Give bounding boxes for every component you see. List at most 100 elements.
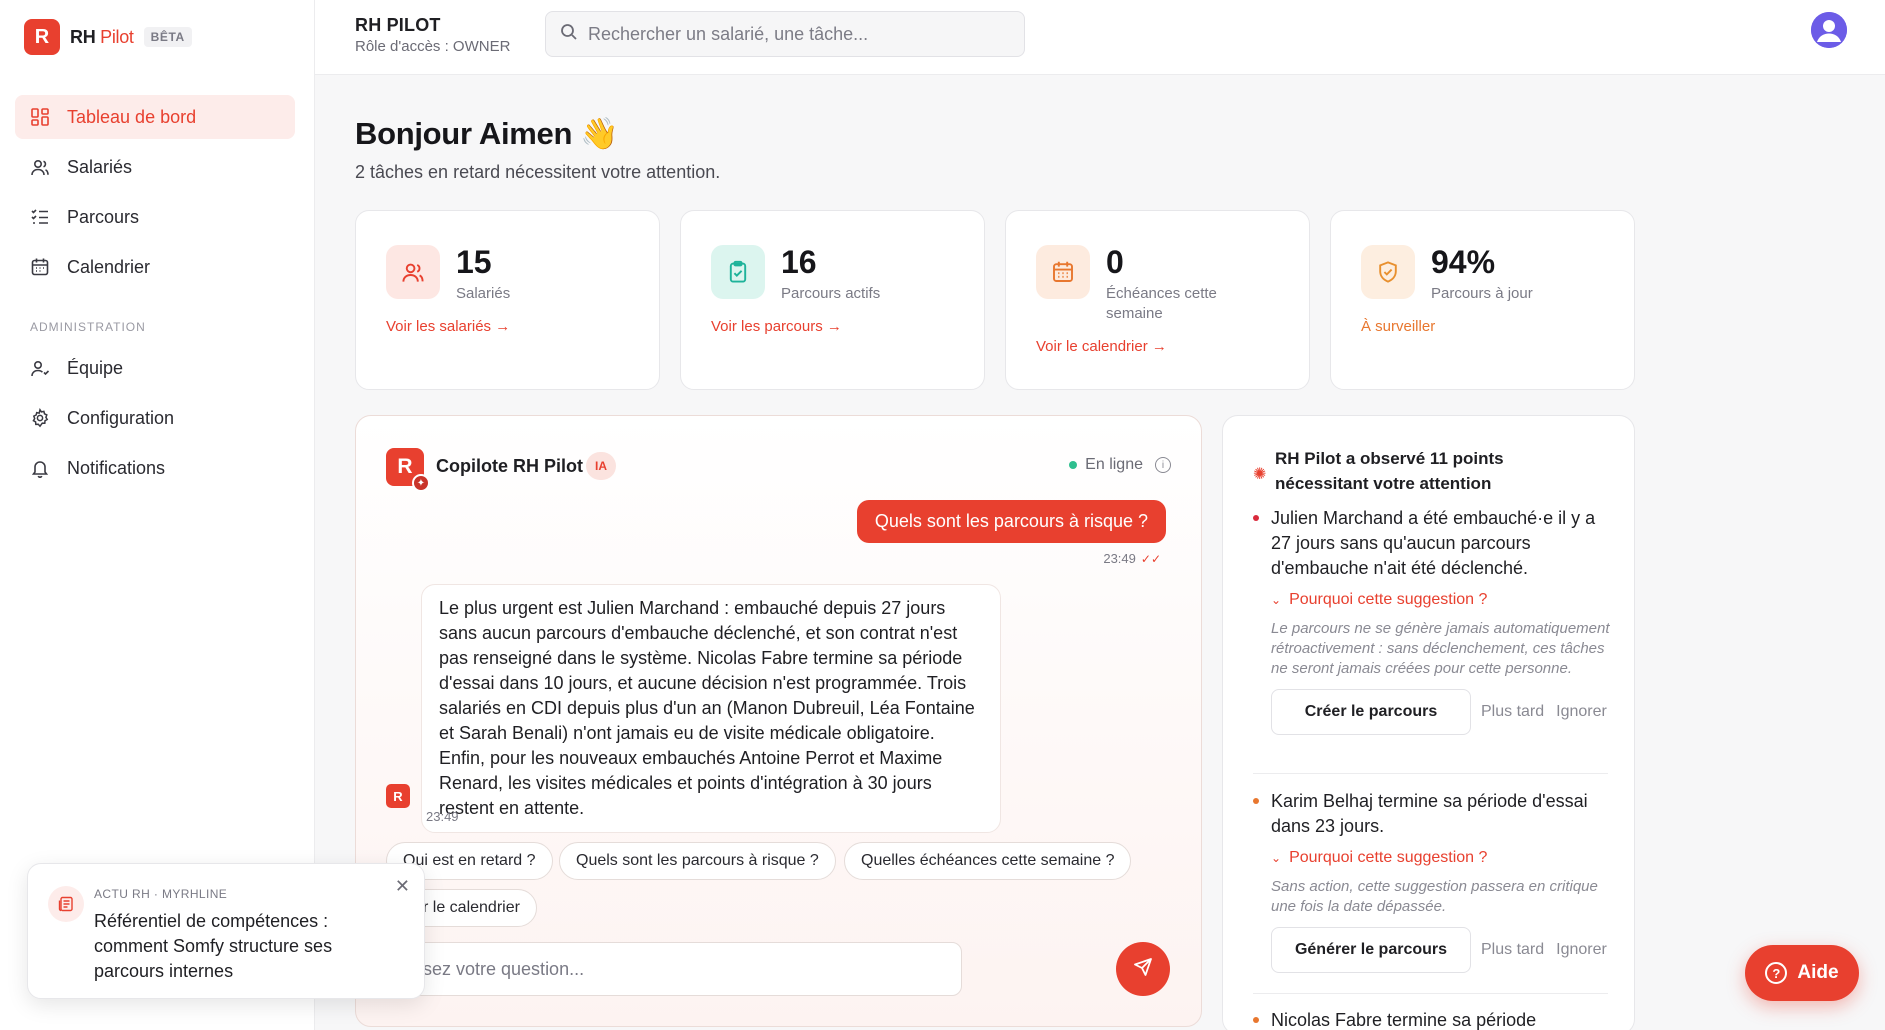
main-nav: Tableau de bord Salariés Parcours Calend…	[15, 95, 295, 295]
why-suggestion-toggle[interactable]: ⌄ Pourquoi cette suggestion ?	[1271, 591, 1613, 609]
help-icon: ?	[1765, 962, 1788, 984]
sparkle-icon: ✦	[412, 474, 430, 492]
stat-card-deadlines: 0 Échéances cette semaine Voir le calend…	[1005, 210, 1310, 390]
suggestion-chip[interactable]: Quels sont les parcours à risque ?	[559, 842, 836, 880]
toast-source: ACTU RH · MYRHLINE	[94, 887, 228, 901]
double-check-icon: ✓✓	[1140, 551, 1161, 566]
suggestion-note: Le parcours ne se génère jamais automati…	[1271, 620, 1610, 677]
search-box[interactable]	[545, 11, 1025, 57]
priority-dot	[1253, 798, 1259, 804]
ignore-button[interactable]: Ignorer	[1556, 941, 1607, 959]
stat-label: Parcours à jour	[1431, 285, 1533, 302]
search-icon	[560, 23, 578, 46]
brand-name-rh: RH	[70, 26, 96, 47]
watch-status: À surveiller	[1361, 318, 1436, 335]
chevron-down-icon: ⌄	[1271, 593, 1282, 607]
sidebar-item-dashboard[interactable]: Tableau de bord	[15, 95, 295, 139]
checklist-icon	[29, 206, 51, 228]
brand-name-pilot: Pilot	[100, 26, 134, 47]
stat-value: 15	[456, 244, 492, 280]
users-icon	[386, 245, 440, 299]
create-parcours-button[interactable]: Créer le parcours	[1271, 689, 1471, 735]
stat-value: 94%	[1431, 244, 1496, 280]
stat-card-employees: 15 Salariés Voir les salariés →	[355, 210, 660, 390]
online-dot	[1069, 461, 1078, 469]
stat-label: Parcours actifs	[781, 285, 881, 302]
toast-title[interactable]: Référentiel de compétences : comment Som…	[94, 909, 384, 984]
why-label: Pourquoi cette suggestion ?	[1289, 849, 1488, 866]
calendar-icon	[29, 256, 51, 278]
question-input[interactable]	[423, 958, 943, 980]
user-message: Quels sont les parcours à risque ?	[856, 500, 1166, 543]
stat-card-uptodate: 94% Parcours à jour À surveiller	[1330, 210, 1635, 390]
view-employees-link[interactable]: Voir les salariés →	[386, 318, 510, 335]
users-icon	[29, 156, 51, 178]
stat-label: Salariés	[456, 285, 511, 302]
help-button[interactable]: ? Aide	[1745, 945, 1859, 1001]
sidebar-item-label: Tableau de bord	[67, 106, 197, 127]
bot-message-time: 23:49	[426, 809, 459, 824]
bot-avatar: R	[386, 784, 410, 808]
bot-message: Le plus urgent est Julien Marchand : emb…	[421, 584, 1001, 833]
gear-icon	[29, 407, 51, 429]
sidebar-item-label: Parcours	[67, 206, 140, 227]
send-icon	[1133, 957, 1153, 982]
admin-nav: Équipe Configuration Notifications	[15, 346, 295, 496]
access-role: Rôle d'accès : OWNER	[355, 38, 511, 55]
suggestion-note: Sans action, cette suggestion passera en…	[1271, 878, 1598, 915]
close-icon[interactable]: ✕	[395, 876, 410, 897]
calendar-icon	[1036, 245, 1090, 299]
brand[interactable]: R RH Pilot BÊTA	[24, 19, 192, 55]
time-label: 23:49	[1103, 551, 1136, 566]
sidebar-item-team[interactable]: Équipe	[15, 346, 295, 390]
sidebar-item-employees[interactable]: Salariés	[15, 145, 295, 189]
suggestions-header: RH Pilot a observé 11 points nécessitant…	[1275, 449, 1504, 493]
sidebar-item-calendar[interactable]: Calendrier	[15, 245, 295, 289]
suggestion-text: Karim Belhaj termine sa période d'essai …	[1271, 791, 1588, 836]
why-suggestion-toggle[interactable]: ⌄ Pourquoi cette suggestion ?	[1271, 849, 1613, 867]
question-box[interactable]	[406, 942, 962, 996]
search-input[interactable]	[588, 23, 1008, 45]
suggestion-item: Nicolas Fabre termine sa période	[1253, 1008, 1613, 1030]
suggestion-actions: Créer le parcours Plus tard Ignorer	[1271, 689, 1613, 735]
dashboard-icon	[29, 106, 51, 128]
page-subtitle: 2 tâches en retard nécessitent votre att…	[355, 162, 721, 182]
why-label: Pourquoi cette suggestion ?	[1289, 591, 1488, 608]
sidebar-item-label: Salariés	[67, 156, 133, 177]
view-parcours-link[interactable]: Voir les parcours →	[711, 318, 842, 335]
sidebar-item-label: Équipe	[67, 357, 124, 378]
sidebar-item-parcours[interactable]: Parcours	[15, 195, 295, 239]
sparkle-icon: ✺	[1253, 466, 1267, 483]
generate-parcours-button[interactable]: Générer le parcours	[1271, 927, 1471, 973]
later-button[interactable]: Plus tard	[1481, 703, 1544, 721]
team-icon	[29, 357, 51, 379]
sidebar-item-label: Configuration	[67, 407, 175, 428]
ignore-button[interactable]: Ignorer	[1556, 703, 1607, 721]
suggestion-text: Nicolas Fabre termine sa période	[1271, 1010, 1537, 1030]
copilot-panel: R ✦ Copilote RH Pilot IA En ligne i Quel…	[355, 415, 1202, 1027]
view-calendar-link[interactable]: Voir le calendrier →	[1036, 338, 1167, 355]
copilot-title: Copilote RH Pilot	[436, 456, 583, 476]
sidebar-item-notifications[interactable]: Notifications	[15, 446, 295, 490]
priority-dot	[1253, 1017, 1259, 1023]
clipboard-check-icon	[711, 245, 765, 299]
stat-value: 16	[781, 244, 817, 280]
beta-badge: BÊTA	[143, 27, 192, 47]
sidebar-item-label: Calendrier	[67, 256, 151, 277]
suggestion-actions: Générer le parcours Plus tard Ignorer	[1271, 927, 1613, 973]
shield-check-icon	[1361, 245, 1415, 299]
stat-card-parcours: 16 Parcours actifs Voir les parcours →	[680, 210, 985, 390]
sidebar-item-label: Notifications	[67, 457, 166, 478]
user-message-time: 23:49 ✓✓	[1103, 551, 1161, 566]
nav-section-administration: ADMINISTRATION	[30, 320, 146, 334]
stat-label: Échéances cette semaine	[1106, 285, 1217, 322]
avatar[interactable]	[1811, 12, 1847, 48]
later-button[interactable]: Plus tard	[1481, 941, 1544, 959]
online-label: En ligne	[1085, 456, 1143, 473]
news-toast[interactable]: ACTU RH · MYRHLINE Référentiel de compét…	[27, 863, 425, 999]
suggestion-item: Karim Belhaj termine sa période d'essai …	[1253, 789, 1613, 973]
sidebar-item-configuration[interactable]: Configuration	[15, 396, 295, 440]
send-button[interactable]	[1116, 942, 1170, 996]
info-icon[interactable]: i	[1155, 457, 1171, 473]
suggestion-chip[interactable]: Quelles échéances cette semaine ?	[844, 842, 1132, 880]
